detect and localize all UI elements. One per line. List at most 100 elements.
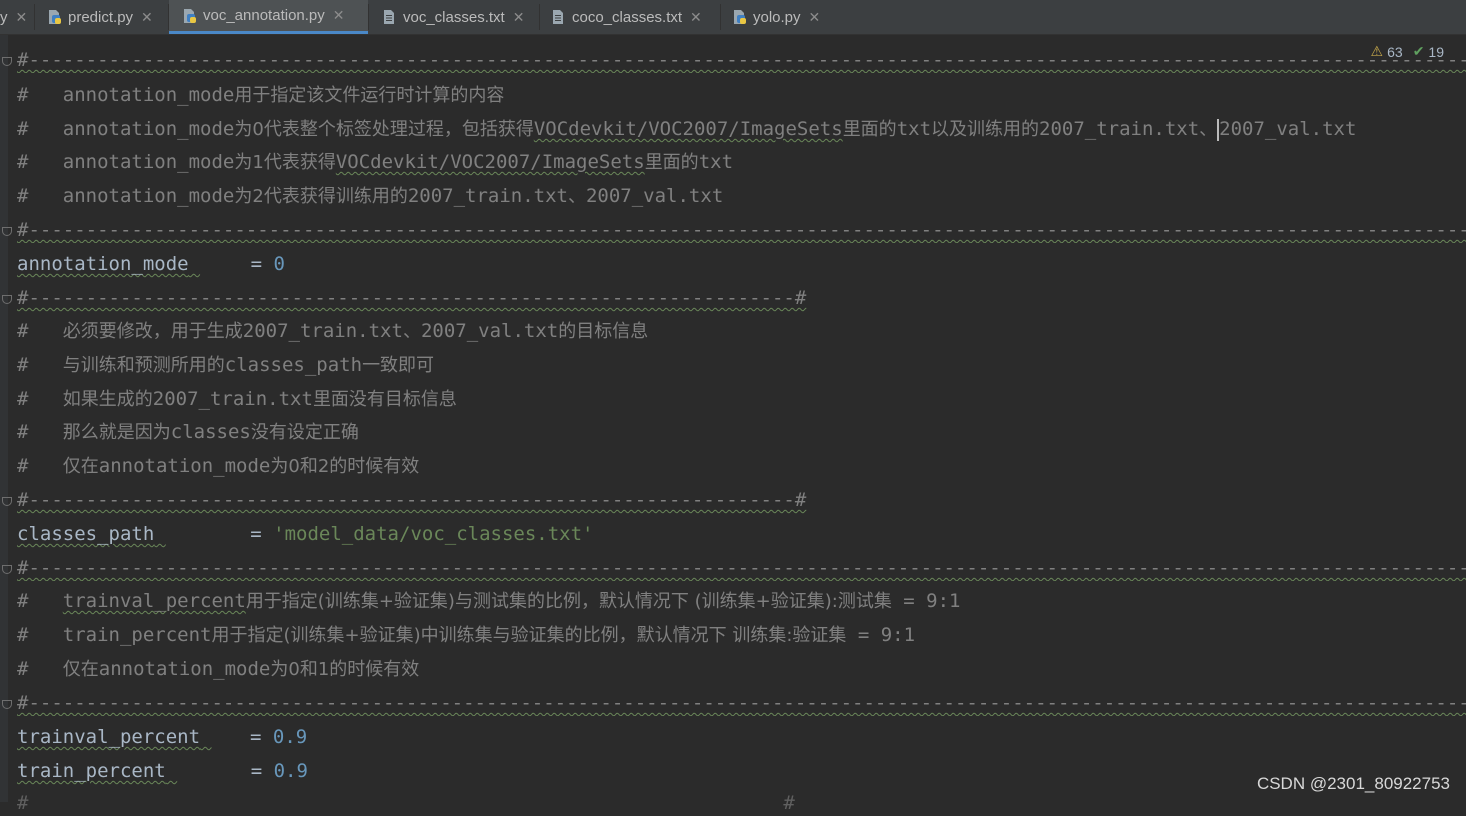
comment-hash: # [17, 320, 29, 342]
comment-text: 2007_train.txt [152, 388, 313, 410]
code-line[interactable]: #---------------------------------------… [17, 217, 1466, 243]
fold-icon[interactable] [2, 700, 12, 709]
comment-text: = 9:1 [846, 624, 916, 646]
code-line[interactable]: # annotation_mode为1代表获得VOCdevkit/VOC2007… [17, 149, 1466, 175]
comment-text: 仅在 [62, 659, 99, 680]
comment-text: 用于指定(训练集+验证集)与测试集的比例，默认情况下 (训练集+验证集):测试集 [245, 591, 892, 612]
comment-hash: # [17, 658, 29, 680]
comment-hash: # [17, 624, 29, 646]
comment-text: 一致即可 [362, 355, 435, 376]
number-literal: 0 [273, 253, 285, 275]
fold-icon[interactable] [2, 497, 12, 506]
operator: = [250, 253, 274, 275]
operator: = [250, 760, 274, 782]
comment-text: train_percent [62, 624, 212, 646]
code-line[interactable]: #---------------------------------------… [17, 285, 1466, 311]
number-literal: 0.9 [272, 726, 308, 748]
comment-text: 仅在 [62, 456, 99, 477]
comment-text: 为0代表整个标签处理过程，包括获得 [234, 119, 534, 140]
text-file-icon [550, 9, 566, 25]
comment-text: annotation_mode [62, 84, 235, 106]
code-line[interactable]: #---------------------------------------… [17, 47, 1466, 73]
tab-voc-classes-txt[interactable]: voc_classes.txt ✕ [369, 0, 539, 34]
code-line[interactable]: # train_percent用于指定(训练集+验证集)中训练集与验证集的比例，… [17, 622, 1466, 648]
comment-text: 里面没有目标信息 [312, 389, 457, 410]
code-line[interactable]: train_percent = 0.9 [17, 758, 1466, 784]
code-editor[interactable]: ⚠ 63 ✔ 19 #-----------------------------… [0, 35, 1466, 814]
string-literal: 'model_data/voc_classes.txt' [273, 523, 594, 545]
comment-text: 如果生成的 [62, 389, 153, 410]
close-icon[interactable]: ✕ [690, 9, 702, 26]
comment-text: 里面的 [644, 152, 699, 173]
close-icon[interactable]: ✕ [513, 9, 525, 26]
comment-hash: # [17, 455, 29, 477]
number-literal: 0.9 [273, 760, 308, 782]
comment-text: 那么就是因为 [62, 422, 171, 443]
code-line[interactable]: classes_path = 'model_data/voc_classes.t… [17, 521, 1466, 547]
comment-text: 、 [402, 321, 421, 342]
code-line[interactable]: # 那么就是因为classes没有设定正确 [17, 419, 1466, 445]
fold-icon[interactable] [2, 57, 12, 66]
editor-gutter[interactable] [0, 35, 8, 802]
comment-text: 以及训练用的 [931, 119, 1040, 140]
fold-icon[interactable] [2, 295, 12, 304]
comment-hash: # [17, 84, 29, 106]
tab-label: yolo.py [753, 8, 801, 26]
comment-text: VOCdevkit/VOC2007/ImageSets [335, 151, 645, 173]
tab-voc-annotation-py[interactable]: voc_annotation.py ✕ [169, 0, 368, 34]
tab-label: y [0, 8, 8, 26]
comment-text: classes_path [224, 354, 363, 376]
comment-text: 2007_val.txt [420, 320, 559, 342]
code-line[interactable]: trainval_percent = 0.9 [17, 724, 1466, 750]
operator: = [250, 523, 274, 545]
comment-hash: # [17, 421, 29, 443]
close-icon[interactable]: ✕ [333, 7, 345, 24]
code-line[interactable]: # trainval_percent用于指定(训练集+验证集)与测试集的比例，默… [17, 588, 1466, 614]
fold-icon[interactable] [2, 227, 12, 236]
tab-predict-py[interactable]: predict.py ✕ [36, 0, 168, 34]
code-line[interactable]: # annotation_mode为0代表整个标签处理过程，包括获得VOCdev… [17, 116, 1466, 142]
code-line[interactable]: # annotation_mode用于指定该文件运行时计算的内容 [17, 82, 1466, 108]
code-line[interactable]: #---------------------------------------… [17, 690, 1466, 716]
code-line[interactable]: # annotation_mode为2代表获得训练用的2007_train.tx… [17, 183, 1466, 209]
tab-yolo-py[interactable]: yolo.py ✕ [721, 0, 841, 34]
comment-text: 2007_train.txt [242, 320, 403, 342]
tab-coco-classes-txt[interactable]: coco_classes.txt ✕ [540, 0, 720, 34]
comment-text: 没有设定正确 [250, 422, 359, 443]
comment-text: 为2代表获得训练用的 [234, 186, 408, 207]
code-line[interactable]: # 如果生成的2007_train.txt里面没有目标信息 [17, 386, 1466, 412]
code-line[interactable]: # 仅在annotation_mode为0和2的时候有效 [17, 453, 1466, 479]
comment-text: 里面的 [842, 119, 897, 140]
comment-text: annotation_mode [62, 151, 235, 173]
code-line[interactable]: # 必须要修改，用于生成2007_train.txt、2007_val.txt的… [17, 318, 1466, 344]
comment-text: 为0和2的时候有效 [270, 456, 420, 477]
code-line-partial[interactable]: # # [17, 790, 1466, 816]
code-line[interactable]: annotation_mode = 0 [17, 251, 1466, 277]
close-icon[interactable]: ✕ [809, 9, 821, 26]
code-line[interactable]: #---------------------------------------… [17, 487, 1466, 513]
text-file-icon [381, 9, 397, 25]
comment-text: 2007_val.txt [1219, 118, 1357, 140]
comment-text: txt [698, 151, 734, 173]
comment-text: trainval_percent [62, 590, 246, 612]
comment-hash: # [17, 590, 29, 612]
comment-text: = 9:1 [891, 590, 961, 612]
comment-text: annotation_mode [62, 118, 235, 140]
comment-text: annotation_mode [98, 455, 271, 477]
variable-name: train_percent [17, 760, 166, 782]
tab-partial[interactable]: y ✕ [0, 0, 32, 34]
code-line[interactable]: #---------------------------------------… [17, 555, 1466, 581]
code-line[interactable]: # 仅在annotation_mode为0和1的时候有效 [17, 656, 1466, 682]
comment-text: 用于指定该文件运行时计算的内容 [234, 85, 505, 106]
close-icon[interactable]: ✕ [16, 9, 28, 26]
close-icon[interactable]: ✕ [141, 9, 153, 26]
code-line[interactable]: # 与训练和预测所用的classes_path一致即可 [17, 352, 1466, 378]
comment-text: 为1代表获得 [234, 152, 336, 173]
comment-hash: # [17, 151, 29, 173]
fold-icon[interactable] [2, 565, 12, 574]
comment-text: annotation_mode [98, 658, 271, 680]
